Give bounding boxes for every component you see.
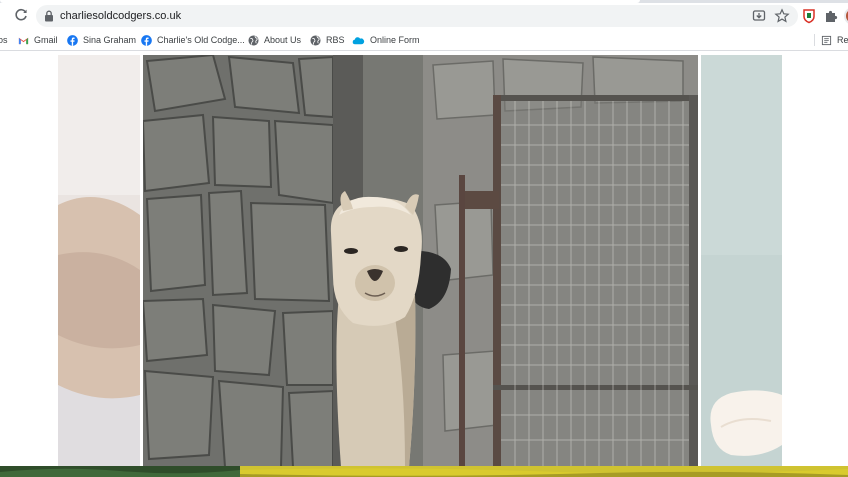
bookmark-rbs[interactable]: RBS (310, 30, 345, 50)
bookmark-label: Gmail (34, 35, 58, 45)
facebook-icon (67, 34, 78, 46)
bookmark-charlies-old-codgers[interactable]: Charlie's Old Codge... (141, 30, 245, 50)
url-text[interactable]: charliesoldcodgers.co.uk (60, 9, 181, 23)
carousel-slide-next[interactable] (701, 55, 782, 467)
star-icon[interactable] (774, 8, 790, 24)
alpaca-peeking-stone-wall-photo (143, 55, 698, 467)
bookmark-about-us[interactable]: About Us (248, 30, 301, 50)
bookmark-label: Online Form (370, 35, 420, 45)
active-tab-edge[interactable] (0, 0, 640, 3)
globe-icon (310, 34, 321, 46)
browser-toolbar: › charliesoldcodgers.co.uk (0, 0, 848, 30)
footer-banner-strip (0, 465, 848, 477)
previous-slide-photo (58, 55, 140, 467)
tab-strip (0, 0, 848, 3)
gmail-icon (18, 37, 29, 44)
shield-extension-icon[interactable] (801, 8, 817, 24)
bookmark-online-form[interactable]: Online Form (352, 30, 420, 50)
bookmark-sina-graham[interactable]: Sina Graham (67, 30, 136, 50)
bookmarks-bar: os Gmail Sina Graham Charlie's Old Codge… (0, 30, 848, 51)
reading-list-button[interactable]: Rea (821, 30, 848, 50)
reading-list-icon (821, 35, 832, 45)
bookmarks-divider (814, 34, 815, 46)
carousel-slide-previous[interactable] (58, 55, 140, 467)
carousel-slide-active[interactable] (143, 55, 698, 467)
bookmark-label: About Us (264, 35, 302, 45)
reading-list-label: Rea (837, 35, 848, 45)
globe-icon (248, 34, 259, 46)
lock-icon[interactable] (44, 10, 54, 22)
puzzle-icon[interactable] (823, 8, 839, 24)
reload-icon[interactable] (13, 7, 29, 23)
bookmark-apps[interactable]: os (0, 30, 8, 50)
bookmark-label: Sina Graham (83, 35, 137, 45)
bookmark-gmail[interactable]: Gmail (18, 30, 58, 50)
next-slide-photo (701, 55, 782, 467)
facebook-icon (141, 34, 152, 46)
landscape-banner-image (0, 466, 848, 477)
bookmark-label: Charlie's Old Codge... (157, 35, 245, 45)
forward-arrow-icon[interactable]: › (0, 8, 6, 22)
bookmark-label: RBS (326, 35, 345, 45)
salesforce-cloud-icon (352, 36, 365, 44)
install-app-icon[interactable] (751, 8, 767, 24)
profile-avatar[interactable] (844, 7, 848, 25)
bookmark-label: os (0, 35, 8, 45)
page-content (0, 51, 848, 477)
